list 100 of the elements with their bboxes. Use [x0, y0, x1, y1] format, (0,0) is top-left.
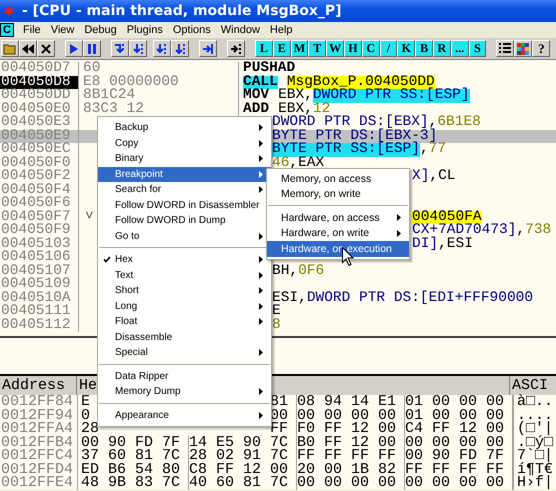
hex-byte: 28	[189, 449, 208, 462]
menu-item[interactable]: View	[46, 24, 80, 36]
submenu-arrow-icon	[259, 140, 263, 147]
toolbar-button[interactable]: C	[362, 40, 380, 57]
submenu-arrow-icon	[259, 232, 263, 240]
ascii-cell-text: H›f|	[516, 476, 554, 490]
menu-item[interactable]: Plugins	[122, 24, 168, 36]
toolbar-button[interactable]: ...	[450, 40, 469, 57]
column-header[interactable]: Address	[0, 376, 77, 395]
toolbar-button[interactable]: M	[290, 40, 308, 57]
toolbar-button[interactable]: T	[308, 40, 326, 57]
operand: ,ESI	[438, 238, 473, 251]
hex-byte: B0	[297, 436, 316, 449]
menu-item[interactable]: Help	[264, 24, 298, 36]
hex-byte: FF	[459, 462, 478, 476]
hex-byte: 00	[378, 476, 405, 490]
help-button[interactable]: ?	[532, 40, 550, 57]
hex-byte: FF	[486, 462, 513, 476]
submenu-arrow-icon	[259, 170, 263, 178]
toolbar-button[interactable]: B	[415, 40, 433, 57]
menu-item[interactable]: Long	[98, 298, 271, 314]
pause-icon[interactable]	[83, 40, 101, 57]
hex-byte: 90	[108, 436, 128, 449]
menu-item[interactable]: Special	[98, 345, 271, 360]
opcode-cell: 83C3 12	[83, 102, 144, 116]
hex-byte: 01	[405, 395, 424, 408]
menu-item[interactable]: Text	[98, 268, 271, 283]
operand: ESI,	[272, 292, 307, 305]
menu-item[interactable]: Hardware, on write	[267, 226, 409, 241]
hex-byte: 00	[405, 436, 424, 449]
hex-byte: 7C	[270, 449, 297, 462]
toolbar-button[interactable]: W	[326, 40, 344, 57]
hex-byte: FF	[378, 449, 405, 462]
address-cell: 004050F0	[0, 156, 79, 170]
toolbar-button[interactable]: L	[255, 40, 273, 57]
menu-item[interactable]: Float	[98, 314, 271, 330]
submenu-arrow-icon	[397, 230, 401, 237]
hex-byte: 81	[243, 476, 262, 490]
operand: DWORD PTR DS:[EDI+FFF90000	[306, 292, 534, 305]
operand: 12	[312, 102, 330, 116]
column-header[interactable]: ASCI	[510, 376, 556, 395]
hex-byte: 60	[108, 449, 128, 462]
address-cell: 0012FFC4	[0, 449, 78, 462]
menu-item[interactable]: Appearance	[98, 408, 271, 423]
submenu-arrow-icon	[259, 155, 263, 162]
hex-byte: 00	[459, 436, 478, 449]
close-icon[interactable]	[37, 40, 55, 57]
operand: DWORD PTR SS:[ESP]	[312, 89, 470, 102]
address-cell: 00405112	[0, 318, 79, 332]
ascii-cell-text: í¶T€	[516, 462, 554, 476]
menu-item[interactable]: Binary	[98, 151, 271, 166]
menu-item[interactable]: Hardware, on access	[267, 210, 409, 226]
menu-item[interactable]: Backup	[98, 120, 271, 136]
menu-item[interactable]: Disassemble	[98, 330, 271, 345]
play-icon[interactable]	[65, 40, 83, 57]
menu-item[interactable]: Memory, on write	[267, 186, 409, 202]
menu-item[interactable]: File	[18, 24, 46, 36]
hex-byte: B6	[108, 462, 128, 476]
color-grid-icon[interactable]	[514, 40, 532, 57]
toolbar-button[interactable]: /	[380, 40, 398, 57]
menu-item[interactable]: Options	[168, 24, 216, 36]
toolbar-button[interactable]: H	[344, 40, 362, 57]
address-cell: 004050F6	[0, 197, 79, 210]
hex-byte: 7C	[270, 476, 297, 490]
window-title: - [CPU - main thread, module MsgBox_P]	[22, 3, 342, 19]
operand: DI]	[412, 238, 438, 251]
address-cell: 004050F2	[0, 170, 79, 184]
open-folder-icon[interactable]	[1, 40, 19, 57]
toolbar-button[interactable]: K	[397, 40, 416, 57]
hex-byte: 7C	[162, 449, 189, 462]
toolbar-button[interactable]: E	[272, 40, 291, 57]
address-cell: 00405106	[0, 251, 79, 264]
toolbar-button[interactable]: R	[432, 40, 451, 57]
menu-item[interactable]: Debug	[79, 24, 122, 36]
address-cell: 0012FF94	[0, 408, 78, 422]
rewind-icon[interactable]	[19, 40, 37, 57]
hex-byte: 20	[297, 462, 316, 476]
list-icon[interactable]	[496, 40, 514, 57]
address-cell: 0012FFD4	[0, 462, 78, 476]
hex-byte: 00	[486, 395, 513, 408]
operand: ,CL	[429, 170, 456, 184]
operand: BYTE PTR DS:[EBX-3]	[272, 130, 438, 143]
hex-byte: 00	[324, 476, 344, 490]
hex-byte: 48	[81, 476, 100, 490]
menu-item[interactable]: Breakpoint	[98, 166, 271, 182]
hex-byte: 7C	[162, 476, 189, 490]
submenu-arrow-icon	[397, 214, 401, 222]
ascii-cell-text: .□ý□	[516, 436, 554, 449]
menu-item[interactable]: Short	[98, 283, 271, 298]
hex-byte: 00	[405, 449, 424, 462]
ascii-cell-text: à□..	[516, 395, 554, 408]
toolbar-button[interactable]: S	[468, 40, 486, 57]
menu-item[interactable]: Copy	[98, 136, 271, 151]
hex-byte: 14	[351, 395, 370, 408]
app-icon[interactable]: C	[0, 23, 14, 37]
operand: BH,	[272, 264, 298, 278]
opcode-cell: 8B1C24	[83, 89, 136, 102]
hex-byte: 7F	[162, 436, 189, 449]
menu-item[interactable]: Window	[216, 24, 265, 36]
address-cell: 0012FF84	[0, 395, 78, 408]
